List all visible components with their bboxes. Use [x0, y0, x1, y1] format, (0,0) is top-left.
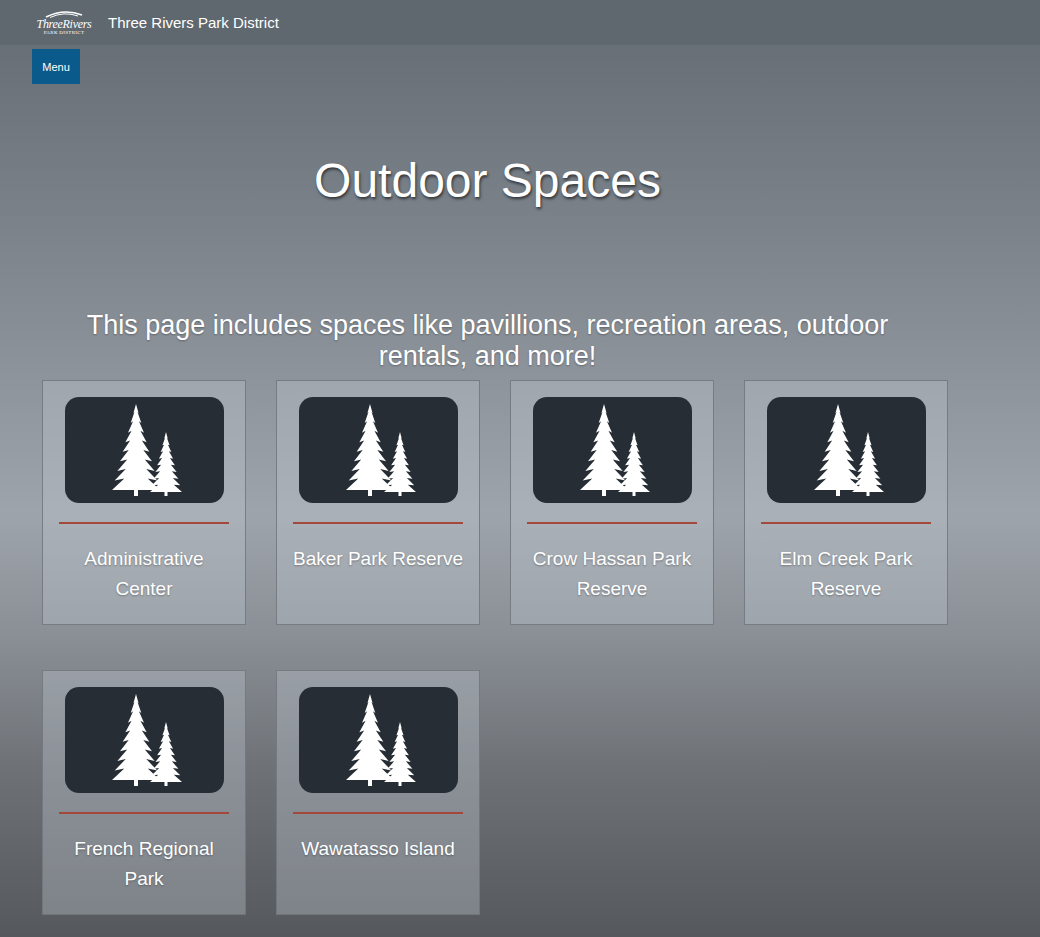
- card-label: Administrative Center: [55, 544, 233, 604]
- header: ThreeRiversPARK DISTRICT Three Rivers Par…: [0, 0, 1040, 45]
- card-divider: [59, 522, 229, 524]
- trees-icon: [806, 402, 886, 498]
- card-image: [65, 397, 224, 503]
- page: ThreeRiversPARK DISTRICT Three Rivers Par…: [0, 0, 1040, 937]
- card-label: Elm Creek Park Reserve: [757, 544, 935, 604]
- menu-button[interactable]: Menu: [32, 49, 80, 84]
- logo-sub: PARK DISTRICT: [44, 30, 85, 35]
- card-divider: [527, 522, 697, 524]
- trees-icon: [338, 692, 418, 788]
- card-image: [65, 687, 224, 793]
- logo[interactable]: ThreeRiversPARK DISTRICT: [30, 10, 98, 35]
- card-label: Baker Park Reserve: [293, 544, 463, 574]
- card-divider: [59, 812, 229, 814]
- location-card[interactable]: Baker Park Reserve: [276, 380, 480, 625]
- logo-name: ThreeRivers: [37, 18, 92, 30]
- card-divider: [293, 522, 463, 524]
- location-card[interactable]: Crow Hassan Park Reserve: [510, 380, 714, 625]
- trees-icon: [104, 692, 184, 788]
- logo-wave-icon: [44, 10, 84, 18]
- page-title: Outdoor Spaces: [314, 152, 661, 210]
- trees-icon: [104, 402, 184, 498]
- card-grid: Administrative Center Baker Park Reserve C…: [42, 380, 948, 915]
- card-divider: [293, 812, 463, 814]
- page-subtitle: This page includes spaces like pavillion…: [48, 310, 928, 372]
- card-image: [299, 687, 458, 793]
- trees-icon: [338, 402, 418, 498]
- location-card[interactable]: Elm Creek Park Reserve: [744, 380, 948, 625]
- card-label: Wawatasso Island: [301, 834, 454, 864]
- card-divider: [761, 522, 931, 524]
- location-card[interactable]: French Regional Park: [42, 670, 246, 915]
- location-card[interactable]: Administrative Center: [42, 380, 246, 625]
- card-label: French Regional Park: [55, 834, 233, 894]
- main-content: Outdoor Spaces This page includes spaces …: [0, 84, 975, 915]
- card-label: Crow Hassan Park Reserve: [523, 544, 701, 604]
- trees-icon: [572, 402, 652, 498]
- card-image: [533, 397, 692, 503]
- card-image: [767, 397, 926, 503]
- header-title: Three Rivers Park District: [108, 14, 279, 31]
- card-image: [299, 397, 458, 503]
- location-card[interactable]: Wawatasso Island: [276, 670, 480, 915]
